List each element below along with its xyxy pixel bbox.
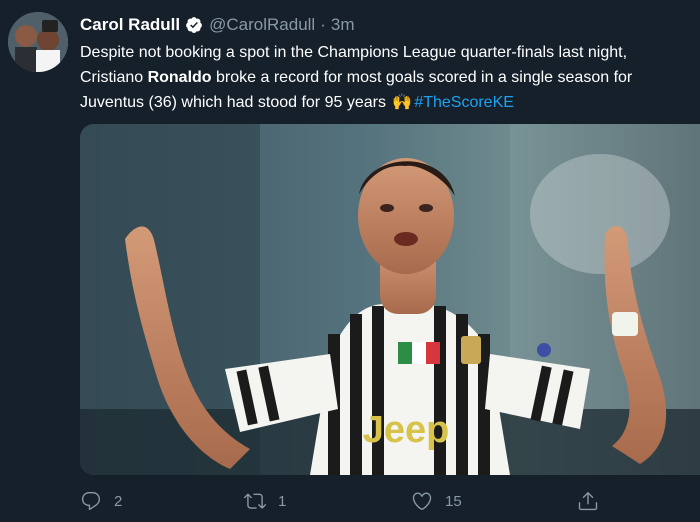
retweet-count: 1 [278, 492, 287, 510]
header-separator: · [320, 15, 326, 34]
verified-badge-icon [185, 16, 203, 34]
retweet-icon [244, 493, 266, 509]
reply-icon [81, 492, 101, 511]
like-button[interactable]: 15 [411, 490, 462, 512]
avatar[interactable] [8, 12, 68, 72]
tweet-media-image[interactable]: Jeep [80, 124, 700, 475]
heart-icon [412, 492, 432, 510]
share-button[interactable] [577, 490, 599, 512]
retweet-button[interactable]: 1 [244, 490, 286, 512]
reply-button[interactable]: 2 [80, 490, 122, 512]
raising-hands-emoji: 🙌 [392, 94, 413, 111]
avatar-image [8, 12, 68, 72]
like-count: 15 [445, 492, 462, 510]
share-icon [578, 492, 598, 511]
tweet-actions: 2 1 15 [80, 488, 680, 514]
hashtag-link[interactable]: #TheScoreKE [414, 94, 514, 111]
tweet-card[interactable]: Carol Radull @CarolRadull · 3m Despite n… [0, 0, 700, 522]
tweet-text-bold: Ronaldo [147, 69, 212, 86]
jersey-sponsor-text: Jeep [363, 409, 450, 451]
player-celebration-photo: Jeep [80, 124, 700, 475]
tweet-text: Despite not booking a spot in the Champi… [80, 40, 690, 115]
author-handle[interactable]: @CarolRadull [209, 15, 315, 35]
author-display-name[interactable]: Carol Radull [80, 15, 180, 35]
tweet-timestamp[interactable]: 3m [331, 15, 355, 35]
reply-count: 2 [114, 492, 123, 510]
tweet-header: Carol Radull @CarolRadull · 3m [80, 12, 355, 38]
